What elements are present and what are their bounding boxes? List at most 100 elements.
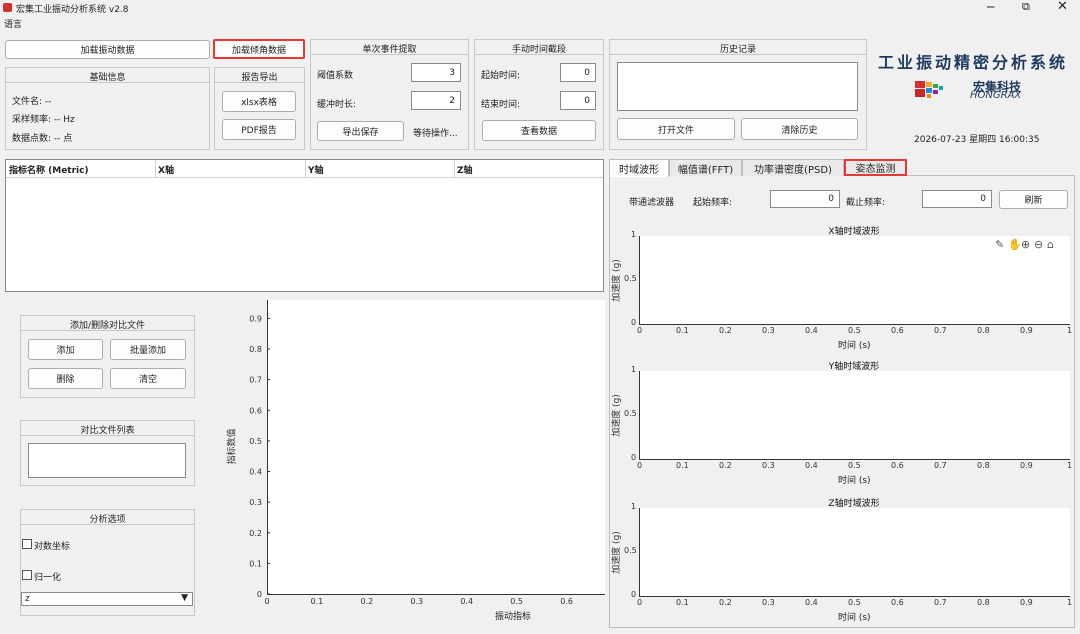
brand-en: HONGRAX xyxy=(970,90,1022,101)
wave-title: Z轴时域波形 xyxy=(828,499,880,509)
wave-xlabel: 时间 (s) xyxy=(838,613,871,623)
wave-ylabel: 加速度 (g) xyxy=(611,394,622,437)
wave-plot-x[interactable] xyxy=(639,236,1070,325)
wave-xtick: 0.6 xyxy=(891,326,904,335)
wave-xtick: 0.8 xyxy=(977,326,990,335)
filter-end-input[interactable]: 0 xyxy=(922,190,992,208)
wave-xtick: 0.8 xyxy=(977,461,990,470)
minimize-icon[interactable]: ─ xyxy=(987,0,994,14)
main-xtick: 0.4 xyxy=(460,597,473,606)
clear-history-button[interactable]: 清除历史 xyxy=(741,118,858,140)
end-time-label: 结束时间: xyxy=(481,100,521,110)
axis-select-value: z xyxy=(25,594,30,604)
history-list[interactable] xyxy=(617,62,858,111)
metrics-table[interactable]: 指标名称 (Metric) X轴 Y轴 Z轴 xyxy=(5,159,604,292)
chevron-down-icon: ▼ xyxy=(181,593,188,603)
wave-xtick: 0 xyxy=(637,598,643,607)
tab-time-domain[interactable]: 时域波形 xyxy=(609,159,669,177)
main-xtick: 0.6 xyxy=(560,597,573,606)
filter-label: 带通滤波器 xyxy=(629,198,675,208)
app-icon xyxy=(3,3,12,12)
restore-icon[interactable]: ⧉ xyxy=(1022,0,1030,14)
threshold-label: 阈值系数 xyxy=(317,71,354,81)
wave-xtick: 0.1 xyxy=(676,598,689,607)
load-vibration-button[interactable]: 加载振动数据 xyxy=(5,40,210,59)
pdf-button[interactable]: PDF报告 xyxy=(222,119,296,140)
view-data-button[interactable]: 查看数据 xyxy=(482,120,596,141)
add-button[interactable]: 添加 xyxy=(28,339,103,360)
wave-ytick: 0.5 xyxy=(624,409,637,418)
log-checkbox[interactable] xyxy=(22,539,32,549)
buffer-label: 缓冲时长: xyxy=(317,100,357,110)
table-header-metric[interactable]: 指标名称 (Metric) xyxy=(9,163,89,176)
tab-psd[interactable]: 功率谱密度(PSD) xyxy=(742,159,844,176)
wave-xtick: 1 xyxy=(1067,598,1073,607)
threshold-input[interactable]: 3 xyxy=(411,63,461,82)
table-header-y[interactable]: Y轴 xyxy=(308,163,324,176)
wave-ytick: 0 xyxy=(631,318,637,327)
main-ytick: 0 xyxy=(257,590,262,599)
end-time-input[interactable]: 0 xyxy=(560,91,596,110)
brand-title: 工业振动精密分析系统 xyxy=(878,53,1069,72)
batch-add-button[interactable]: 批量添加 xyxy=(110,339,186,360)
wave-xtick: 0.7 xyxy=(934,598,947,607)
zoom-out-icon[interactable]: ⊖ xyxy=(1034,238,1043,251)
wave-xtick: 0.3 xyxy=(762,326,775,335)
delete-button[interactable]: 删除 xyxy=(28,368,103,389)
main-ytick: 0.9 xyxy=(249,314,262,323)
start-time-input[interactable]: 0 xyxy=(560,63,596,82)
wave-xtick: 0.4 xyxy=(805,461,818,470)
main-ytick: 0.5 xyxy=(249,437,262,446)
main-ytick: 0.3 xyxy=(249,498,262,507)
zoom-in-icon[interactable]: ⊕ xyxy=(1021,238,1030,251)
main-ytick: 0.2 xyxy=(249,529,262,538)
hongrax-logo: 宏集科技 HONGRAX xyxy=(913,78,1041,102)
table-header-x[interactable]: X轴 xyxy=(158,163,174,176)
datetime-display: 2026-07-23 星期四 16:00:35 xyxy=(914,135,1040,145)
wave-ytick: 0 xyxy=(631,453,637,462)
menu-language[interactable]: 语言 xyxy=(4,17,22,30)
axis-select[interactable]: z ▼ xyxy=(21,592,193,606)
title-bar: 宏集工业振动分析系统 v2.8 ─ ⧉ ✕ xyxy=(0,0,1080,16)
tab-attitude[interactable]: 姿态监测 xyxy=(844,159,907,176)
wave-plot-z[interactable] xyxy=(639,508,1070,597)
normalize-checkbox[interactable] xyxy=(22,570,32,580)
export-save-button[interactable]: 导出保存 xyxy=(317,121,404,141)
wave-plot-y[interactable] xyxy=(639,371,1070,460)
wave-ytick: 0 xyxy=(631,590,637,599)
normalize-label: 归一化 xyxy=(34,573,62,583)
filter-start-input[interactable]: 0 xyxy=(770,190,840,208)
compare-file-list[interactable] xyxy=(28,443,186,478)
open-file-button[interactable]: 打开文件 xyxy=(617,118,735,140)
table-header-z[interactable]: Z轴 xyxy=(457,163,473,176)
wave-xtick: 0.4 xyxy=(805,326,818,335)
wave-ytick: 0.5 xyxy=(624,274,637,283)
wave-xtick: 0.4 xyxy=(805,598,818,607)
wave-xtick: 0.5 xyxy=(848,461,861,470)
wave-ytick: 1 xyxy=(631,502,637,511)
wave-xtick: 0 xyxy=(637,461,643,470)
buffer-input[interactable]: 2 xyxy=(411,91,461,110)
wave-xtick: 0.2 xyxy=(719,598,732,607)
main-xtick: 0 xyxy=(264,597,269,606)
load-tilt-button[interactable]: 加载倾角数据 xyxy=(213,39,305,59)
pan-icon[interactable]: ✋ xyxy=(1008,238,1022,251)
main-xtick: 0.2 xyxy=(360,597,373,606)
home-icon[interactable]: ⌂ xyxy=(1047,238,1054,251)
sample-rate-label: 采样频率: -- Hz xyxy=(12,115,75,125)
log-label: 对数坐标 xyxy=(34,542,71,552)
refresh-button[interactable]: 刷新 xyxy=(999,190,1068,209)
wave-xtick: 0.1 xyxy=(676,461,689,470)
wave-title: X轴时域波形 xyxy=(828,227,880,237)
xlsx-button[interactable]: xlsx表格 xyxy=(222,91,296,112)
close-icon[interactable]: ✕ xyxy=(1057,0,1068,14)
wave-xtick: 1 xyxy=(1067,461,1073,470)
main-plot-xlabel: 振动指标 xyxy=(495,612,532,622)
main-ytick: 0.8 xyxy=(249,345,262,354)
edit-icon[interactable]: ✎ xyxy=(995,238,1004,251)
filename-label: 文件名: -- xyxy=(12,97,52,107)
clear-button[interactable]: 清空 xyxy=(110,368,186,389)
tab-fft[interactable]: 幅值谱(FFT) xyxy=(669,159,742,176)
window-title: 宏集工业振动分析系统 v2.8 xyxy=(16,5,129,15)
wave-ytick: 1 xyxy=(631,230,637,239)
